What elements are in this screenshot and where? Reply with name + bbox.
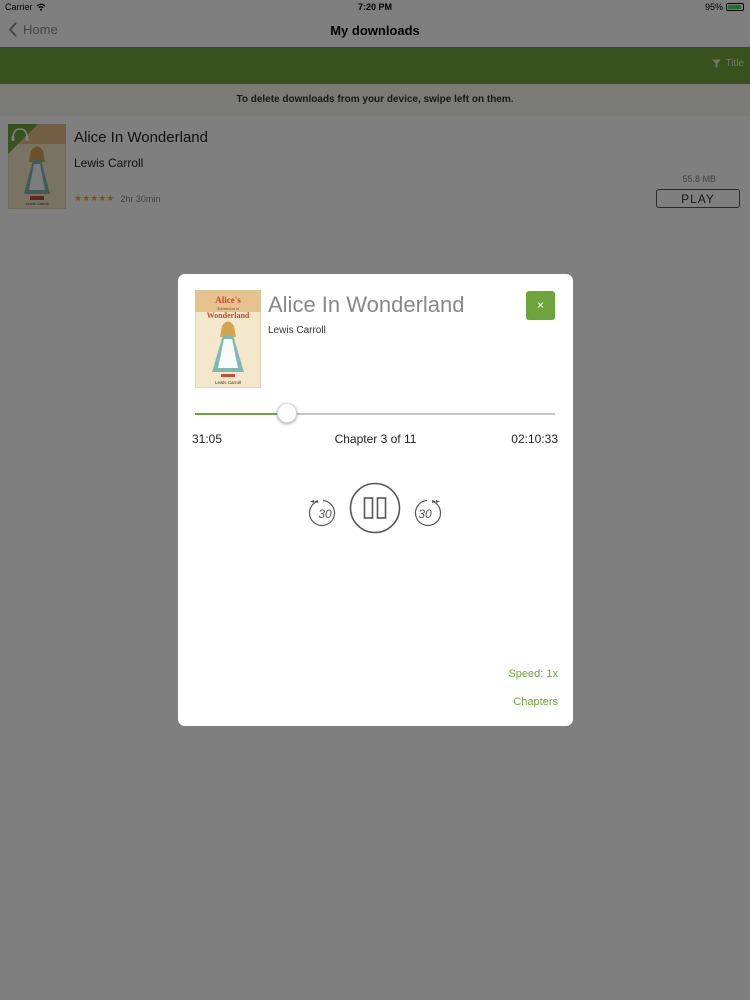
svg-text:30: 30 (418, 507, 432, 521)
chapters-button[interactable]: Chapters (513, 696, 558, 708)
book-cover: Alice's Adventures in Wonderland Lewis C… (195, 290, 261, 388)
player-author: Lewis Carroll (268, 325, 326, 336)
remaining-time: 02:10:33 (511, 432, 558, 446)
skip-back-30-button[interactable]: 30 (306, 494, 342, 530)
svg-text:Lewis Carroll: Lewis Carroll (215, 380, 241, 385)
speed-button[interactable]: Speed: 1x (508, 668, 558, 680)
player-modal: Alice's Adventures in Wonderland Lewis C… (178, 274, 573, 726)
progress-slider[interactable] (195, 403, 555, 423)
progress-fill (195, 413, 287, 415)
progress-knob[interactable] (276, 403, 297, 423)
close-button[interactable]: × (526, 291, 555, 320)
svg-text:30: 30 (318, 507, 332, 521)
skip-forward-30-button[interactable]: 30 (408, 494, 444, 530)
player-title: Alice In Wonderland (268, 292, 465, 317)
svg-text:Alice's: Alice's (215, 295, 241, 305)
pause-button[interactable] (349, 482, 401, 534)
svg-text:Wonderland: Wonderland (207, 311, 250, 320)
